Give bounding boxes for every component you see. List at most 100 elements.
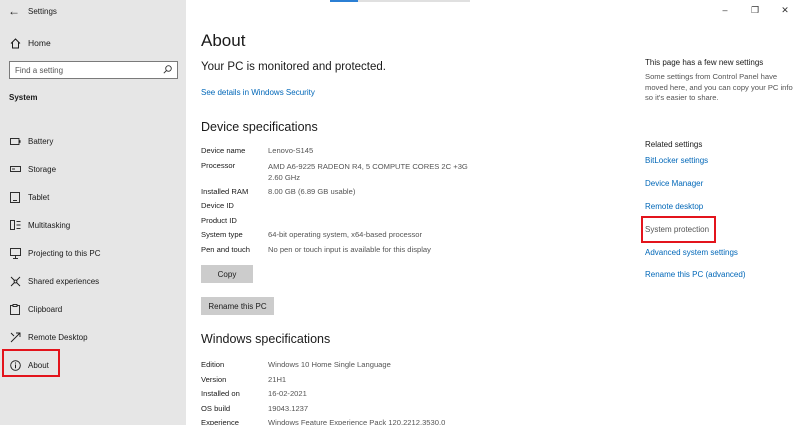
close-icon: ✕: [781, 4, 789, 15]
spec-row: Processor AMD A6-9225 RADEON R4, 5 COMPU…: [201, 159, 468, 185]
tablet-icon: [9, 191, 21, 203]
windows-specs-heading: Windows specifications: [201, 332, 331, 346]
spec-key: Pen and touch: [201, 244, 250, 254]
spec-row: Device ID: [201, 199, 468, 214]
spec-value: 21H1: [268, 374, 287, 384]
spec-row: Pen and touch No pen or touch input is a…: [201, 243, 468, 258]
spec-key: Installed on: [201, 389, 240, 398]
spec-value: AMD A6-9225 RADEON R4, 5 COMPUTE CORES 2…: [268, 161, 468, 182]
sidebar-item-label: Clipboard: [28, 304, 63, 314]
spec-value: 19043.1237: [268, 403, 309, 413]
page-title: About: [201, 31, 246, 50]
spec-key: OS build: [201, 403, 231, 413]
protection-status: Your PC is monitored and protected.: [201, 61, 386, 73]
clipboard-icon: [9, 303, 21, 315]
spec-row: Installed RAM 8.00 GB (6.89 GB usable): [201, 185, 468, 200]
minimize-icon: –: [722, 5, 728, 15]
sidebar-item-label: Battery: [28, 136, 54, 146]
sidebar-item-label: Shared experiences: [28, 276, 100, 286]
sidebar-item-battery[interactable]: Battery: [0, 127, 186, 155]
top-scroll-indicator: [330, 0, 470, 2]
remote-desktop-icon: [9, 331, 21, 343]
sidebar-item-clipboard[interactable]: Clipboard: [0, 295, 186, 323]
spec-value: Windows 10 Home Single Language: [268, 360, 391, 369]
section-label-system: System: [9, 93, 38, 102]
spec-key: Product ID: [201, 215, 237, 225]
device-manager-link[interactable]: Device Manager: [645, 179, 703, 188]
shared-experiences-icon: [9, 275, 21, 287]
spec-key: Version: [201, 374, 227, 384]
search-icon[interactable]: [163, 64, 172, 76]
windows-security-link[interactable]: See details in Windows Security: [201, 88, 315, 97]
sidebar-item-multitasking[interactable]: Multitasking: [0, 211, 186, 239]
search-box[interactable]: [9, 61, 178, 79]
rename-pc-advanced-link[interactable]: Rename this PC (advanced): [645, 270, 746, 279]
spec-value: 16-02-2021: [268, 389, 307, 398]
spec-key: Edition: [201, 360, 225, 369]
sidebar-item-tablet[interactable]: Tablet: [0, 183, 186, 211]
sidebar-item-label: Tablet: [28, 192, 50, 202]
battery-icon: [9, 135, 21, 147]
highlight-box-about: [2, 349, 60, 377]
sidebar-item-home[interactable]: Home: [0, 32, 186, 54]
minimize-button[interactable]: –: [710, 0, 740, 20]
spec-value: 8.00 GB (6.89 GB usable): [268, 186, 356, 196]
windows-specs-table: Edition Windows 10 Home Single Language …: [201, 358, 468, 425]
sidebar-item-remote-desktop[interactable]: Remote Desktop: [0, 323, 186, 351]
sidebar-item-label: Storage: [28, 164, 57, 174]
device-specs-table: Device name Lenovo-S145 Processor AMD A6…: [201, 144, 468, 257]
spec-key: Processor: [201, 160, 236, 170]
spec-row: Product ID: [201, 214, 468, 229]
spec-row: OS build 19043.1237: [201, 402, 468, 417]
spec-row: Version 21H1: [201, 373, 468, 388]
sidebar-item-projecting[interactable]: Projecting to this PC: [0, 239, 186, 267]
projecting-icon: [9, 247, 21, 259]
new-settings-heading: This page has a few new settings: [645, 58, 764, 67]
spec-value: Windows Feature Experience Pack 120.2212…: [268, 418, 446, 425]
sidebar-nav: Battery Storage Tablet Multitasking Proj…: [0, 127, 186, 379]
maximize-icon: ❐: [750, 4, 760, 15]
device-specs-heading: Device specifications: [201, 120, 318, 134]
top-scroll-accent: [330, 0, 358, 2]
spec-key: Device ID: [201, 201, 234, 210]
related-settings-heading: Related settings: [645, 140, 703, 149]
copy-button[interactable]: Copy: [201, 265, 253, 283]
advanced-system-settings-link[interactable]: Advanced system settings: [645, 248, 738, 257]
sidebar-item-label: Projecting to this PC: [28, 248, 101, 258]
title-bar: ← Settings: [0, 0, 186, 22]
spec-value: [268, 199, 468, 214]
close-button[interactable]: ✕: [770, 0, 800, 20]
spec-key: Installed RAM: [201, 186, 249, 196]
rename-pc-button[interactable]: Rename this PC: [201, 297, 274, 315]
spec-value: [268, 214, 468, 229]
window-controls: – ❐ ✕: [710, 0, 800, 20]
sidebar-item-label: Remote Desktop: [28, 332, 88, 342]
sidebar-item-label: Multitasking: [28, 220, 71, 230]
bitlocker-settings-link[interactable]: BitLocker settings: [645, 156, 708, 165]
new-settings-description: Some settings from Control Panel have mo…: [645, 72, 793, 102]
back-arrow-icon: ←: [8, 4, 20, 18]
multitasking-icon: [9, 219, 21, 231]
maximize-button[interactable]: ❐: [740, 0, 770, 20]
back-button[interactable]: ←: [0, 0, 28, 22]
sidebar-item-label: Home: [28, 38, 51, 48]
spec-value: Lenovo-S145: [268, 146, 314, 155]
spec-key: Experience: [201, 418, 239, 425]
spec-row: System type 64-bit operating system, x64…: [201, 228, 468, 243]
sidebar-item-shared-experiences[interactable]: Shared experiences: [0, 267, 186, 295]
sidebar-item-storage[interactable]: Storage: [0, 155, 186, 183]
spec-row: Installed on 16-02-2021: [201, 387, 468, 402]
storage-icon: [9, 163, 21, 175]
spec-value: 64-bit operating system, x64-based proce…: [268, 230, 423, 239]
spec-key: Device name: [201, 146, 246, 155]
spec-key: System type: [201, 230, 243, 239]
spec-row: Device name Lenovo-S145: [201, 144, 468, 159]
highlight-box-system-protection: [641, 216, 716, 243]
home-icon: [9, 37, 21, 49]
spec-value: No pen or touch input is available for t…: [268, 244, 431, 254]
spec-row: Edition Windows 10 Home Single Language: [201, 358, 468, 373]
app-title: Settings: [28, 6, 57, 16]
remote-desktop-link[interactable]: Remote desktop: [645, 202, 703, 211]
search-input[interactable]: [15, 65, 155, 75]
spec-row: Experience Windows Feature Experience Pa…: [201, 416, 468, 425]
